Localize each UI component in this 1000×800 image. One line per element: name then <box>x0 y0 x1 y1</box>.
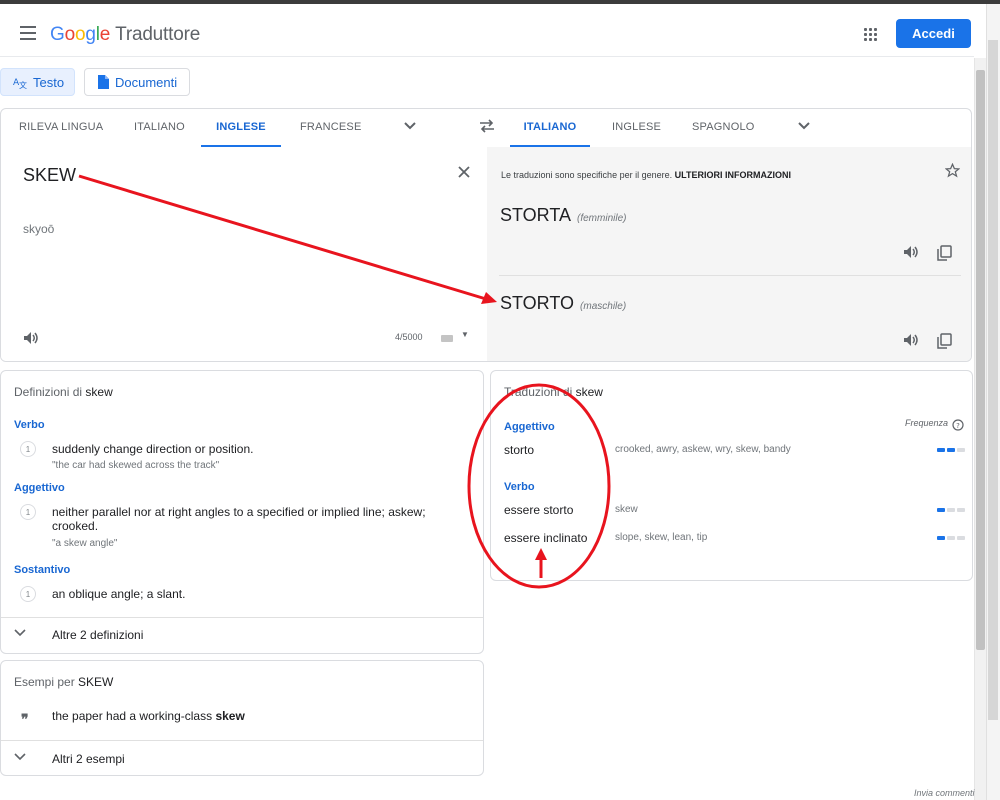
gender-label: (maschile) <box>580 301 627 312</box>
signin-button[interactable]: Accedi <box>896 19 971 48</box>
keyboard-icon[interactable] <box>441 335 453 342</box>
page-scrollbar-thumb[interactable] <box>976 70 985 650</box>
source-pane: SKEW skyoō 4/5000 ▼ <box>1 147 487 361</box>
char-counter: 4/5000 <box>395 332 423 342</box>
copy-icon[interactable] <box>936 245 952 266</box>
source-text-input[interactable]: SKEW <box>23 165 76 186</box>
frequency-label: Frequenza <box>905 418 949 428</box>
app-logo[interactable]: Google Traduttore <box>50 24 200 46</box>
svg-text:文: 文 <box>19 80 27 89</box>
help-icon[interactable]: ? <box>952 418 964 436</box>
translate-icon: A文 <box>13 75 27 89</box>
target-lang-english[interactable]: INGLESE <box>612 109 661 145</box>
quote-icon: ❞ <box>21 711 29 727</box>
translation-masculine: STORTO (maschile) <box>500 293 626 314</box>
frequency-bar <box>937 536 965 540</box>
apps-icon[interactable] <box>864 28 878 42</box>
example-sentence: the paper had a working-class skew <box>52 709 245 723</box>
feedback-link[interactable]: Invia commenti <box>914 788 975 798</box>
window-scrollbar-thumb[interactable] <box>988 40 998 720</box>
pos-label: Verbo <box>14 419 45 431</box>
close-icon[interactable] <box>457 163 471 184</box>
text-mode-label: Testo <box>33 74 65 90</box>
more-examples-button[interactable]: Altri 2 esempi <box>1 741 483 775</box>
definition-text: suddenly change direction or position. <box>52 442 254 456</box>
translations-title: Traduzioni di skew <box>504 385 603 399</box>
menu-icon[interactable] <box>20 26 36 40</box>
app-header: Google Traduttore Accedi <box>0 4 974 57</box>
chevron-down-icon <box>14 628 26 641</box>
translation-row-synonyms: slope, skew, lean, tip <box>615 532 708 543</box>
more-definitions-button[interactable]: Altre 2 definizioni <box>1 618 483 653</box>
definition-text: an oblique angle; a slant. <box>52 587 186 601</box>
translation-row-synonyms: skew <box>615 504 638 515</box>
target-pane: Le traduzioni sono specifiche per il gen… <box>487 147 971 361</box>
gender-note: Le traduzioni sono specifiche per il gen… <box>501 170 791 180</box>
definition-number: 1 <box>20 504 36 520</box>
pos-label: Verbo <box>504 481 535 493</box>
gender-label: (femminile) <box>577 213 627 224</box>
documents-mode-button[interactable]: Documenti <box>84 68 190 96</box>
transliteration: skyoō <box>23 222 55 236</box>
definitions-card: Definizioni di skew Verbo 1 suddenly cha… <box>0 370 484 654</box>
pos-label: Aggettivo <box>504 421 555 433</box>
frequency-bar <box>937 508 965 512</box>
product-name: Traduttore <box>115 24 201 45</box>
frequency-bar <box>937 448 965 452</box>
target-lang-spanish[interactable]: SPAGNOLO <box>692 109 755 145</box>
chevron-down-icon[interactable]: ▼ <box>461 330 469 339</box>
pos-label: Sostantivo <box>14 564 71 576</box>
speaker-icon[interactable] <box>23 331 39 349</box>
translation-row-word[interactable]: storto <box>504 443 534 457</box>
pos-label: Aggettivo <box>14 482 65 494</box>
definition-number: 1 <box>20 586 36 602</box>
document-icon <box>97 75 109 89</box>
definition-number: 1 <box>20 441 36 457</box>
source-lang-italian[interactable]: ITALIANO <box>134 109 185 145</box>
translations-card: Traduzioni di skew Frequenza ? Aggettivo… <box>490 370 973 581</box>
language-bar: RILEVA LINGUA ITALIANO INGLESE FRANCESE … <box>1 109 971 148</box>
definition-text: neither parallel nor at right angles to … <box>52 505 426 533</box>
source-lang-detect[interactable]: RILEVA LINGUA <box>19 109 103 145</box>
definitions-title: Definizioni di skew <box>14 385 113 399</box>
translation-row-word[interactable]: essere inclinato <box>504 531 587 545</box>
more-info-link[interactable]: ULTERIORI INFORMAZIONI <box>675 170 791 180</box>
target-lang-italian[interactable]: ITALIANO <box>510 109 590 147</box>
translation-row-synonyms: crooked, awry, askew, wry, skew, bandy <box>615 444 791 455</box>
documents-mode-label: Documenti <box>115 74 178 90</box>
text-mode-button[interactable]: A文 Testo <box>0 68 75 96</box>
translation-word: STORTO <box>500 293 575 313</box>
svg-text:?: ? <box>956 422 960 430</box>
star-icon[interactable] <box>944 162 961 182</box>
speaker-icon[interactable] <box>903 245 919 263</box>
translation-divider <box>499 275 961 276</box>
swap-icon[interactable] <box>479 119 495 137</box>
examples-card: Esempi per SKEW ❞ the paper had a workin… <box>0 660 484 776</box>
source-lang-english[interactable]: INGLESE <box>201 109 281 147</box>
chevron-down-icon <box>14 752 26 765</box>
examples-title: Esempi per SKEW <box>14 675 114 689</box>
chevron-down-icon[interactable] <box>797 120 811 134</box>
translation-panel: RILEVA LINGUA ITALIANO INGLESE FRANCESE … <box>0 108 972 362</box>
translation-feminine: STORTA (femminile) <box>500 205 626 226</box>
more-definitions-label: Altre 2 definizioni <box>52 628 144 642</box>
definition-example: "a skew angle" <box>52 538 118 549</box>
translation-word: STORTA <box>500 205 572 225</box>
speaker-icon[interactable] <box>903 333 919 351</box>
more-examples-label: Altri 2 esempi <box>52 752 125 766</box>
definition-example: "the car had skewed across the track" <box>52 460 220 471</box>
source-lang-french[interactable]: FRANCESE <box>300 109 362 145</box>
chevron-down-icon[interactable] <box>403 120 417 134</box>
copy-icon[interactable] <box>936 333 952 354</box>
translation-row-word[interactable]: essere storto <box>504 503 573 517</box>
